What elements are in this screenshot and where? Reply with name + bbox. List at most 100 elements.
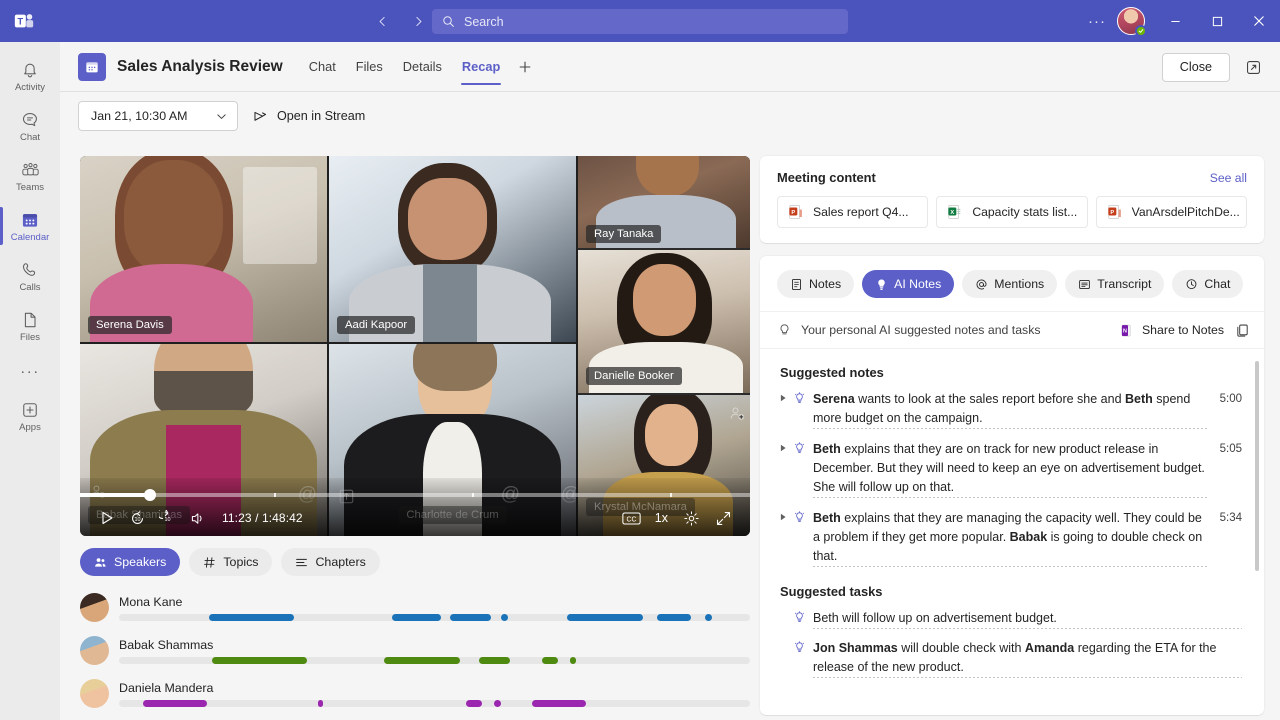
volume-icon[interactable] — [182, 505, 212, 531]
ai-notes-scroll-area[interactable]: Suggested notes Serena wants to look at … — [760, 349, 1264, 715]
speaker-row[interactable]: Babak Shammas — [80, 633, 750, 668]
see-all-link[interactable]: See all — [1210, 171, 1247, 185]
note-timestamp[interactable]: 5:00 — [1208, 390, 1242, 429]
notes-icon — [790, 278, 803, 291]
bulb-icon — [793, 440, 813, 498]
forward-10-icon[interactable]: 10 — [152, 505, 182, 531]
sidebar-item-apps[interactable]: Apps — [0, 391, 60, 441]
video-frame-aadi — [329, 156, 576, 342]
tab-recap[interactable]: Recap — [452, 42, 510, 92]
sidebar-item-chat[interactable]: Chat — [0, 101, 60, 151]
popout-icon[interactable] — [1240, 54, 1266, 80]
suggested-task-item[interactable]: Jon Shammas will double check with Amand… — [780, 639, 1242, 678]
minimize-button[interactable] — [1154, 0, 1196, 42]
suggested-note-item[interactable]: Beth explains that they are on track for… — [780, 440, 1242, 498]
file-chip-label: Capacity stats list... — [972, 205, 1078, 219]
suggested-task-item[interactable]: Beth will follow up on advertisement bud… — [780, 609, 1242, 629]
speaker-row[interactable]: Mona Kane — [80, 590, 750, 625]
expand-caret-icon[interactable] — [780, 509, 793, 567]
copy-icon[interactable] — [1235, 323, 1250, 338]
play-icon[interactable] — [92, 505, 122, 531]
scrubber-progress — [80, 493, 151, 497]
tab-mentions[interactable]: Mentions — [962, 270, 1058, 298]
video-tile-ray-tanaka[interactable]: Ray Tanaka — [578, 156, 750, 248]
sidebar-item-files[interactable]: Files — [0, 301, 60, 351]
chevron-right-icon[interactable] — [404, 7, 432, 35]
file-chip-capacity-stats[interactable]: X Capacity stats list... — [936, 196, 1088, 228]
tab-chat[interactable]: Chat — [299, 42, 346, 92]
tab-files[interactable]: Files — [346, 42, 393, 92]
speaker-activity-track[interactable] — [119, 656, 750, 664]
sidebar-item-calendar[interactable]: Calendar — [0, 201, 60, 251]
sidebar-item-label: Apps — [19, 421, 41, 433]
tab-notes[interactable]: Notes — [777, 270, 855, 298]
tab-transcript[interactable]: Transcript — [1065, 270, 1165, 298]
search-input[interactable]: Search — [432, 9, 848, 34]
file-chip-sales-report[interactable]: P Sales report Q4... — [777, 196, 929, 228]
sidebar-more-icon[interactable]: ··· — [0, 351, 60, 391]
pill-chapters[interactable]: Chapters — [281, 548, 380, 576]
close-button[interactable]: Close — [1161, 52, 1230, 82]
file-chip-vanarsdel-pitch[interactable]: P VanArsdelPitchDe... — [1095, 196, 1247, 228]
tab-chat-notes[interactable]: Chat — [1172, 270, 1244, 298]
open-in-stream-button[interactable]: Open in Stream — [252, 108, 365, 125]
closed-captions-icon[interactable]: CC — [617, 505, 647, 531]
playback-speed-button[interactable]: 1x — [649, 511, 674, 525]
rewind-10-icon[interactable]: 10 — [122, 505, 152, 531]
speaker-activity-track[interactable] — [119, 699, 750, 707]
speaker-activity-track[interactable] — [119, 613, 750, 621]
speaker-info: Babak Shammas — [119, 638, 750, 664]
video-scrubber[interactable] — [80, 489, 750, 501]
sidebar-item-teams[interactable]: Teams — [0, 151, 60, 201]
speaker-activity-segment — [478, 656, 511, 664]
chapter-marker[interactable] — [669, 493, 672, 497]
tab-ai-notes[interactable]: AI Notes — [862, 270, 955, 298]
tab-bar-actions: Close — [1161, 42, 1266, 92]
gear-icon[interactable] — [676, 505, 706, 531]
maximize-button[interactable] — [1196, 0, 1238, 42]
speaker-activity-segment — [384, 656, 460, 664]
tab-details[interactable]: Details — [393, 42, 452, 92]
suggested-note-item[interactable]: Serena wants to look at the sales report… — [780, 390, 1242, 429]
chapter-marker[interactable] — [274, 493, 277, 497]
teams-logo-icon: T — [0, 10, 48, 32]
powerpoint-icon: P — [1107, 204, 1123, 220]
plus-icon[interactable] — [510, 42, 540, 92]
close-window-button[interactable] — [1238, 0, 1280, 42]
speaker-activity-segment — [704, 613, 713, 621]
sidebar-item-calls[interactable]: Calls — [0, 251, 60, 301]
pill-speakers[interactable]: Speakers — [80, 548, 181, 576]
speaker-info: Mona Kane — [119, 595, 750, 621]
onenote-icon: N — [1120, 323, 1135, 338]
svg-text:N: N — [1123, 328, 1127, 334]
ellipsis-icon[interactable]: ··· — [1080, 0, 1114, 42]
suggested-note-text: Serena wants to look at the sales report… — [813, 390, 1208, 429]
chapter-marker[interactable] — [471, 493, 474, 497]
video-tile-danielle-booker[interactable]: Danielle Booker — [578, 250, 750, 393]
speaker-list: Mona Kane Babak Shammas Daniela Mandera — [80, 590, 750, 711]
note-timestamp[interactable]: 5:05 — [1208, 440, 1242, 498]
tab-label: AI Notes — [894, 277, 942, 291]
suggested-note-item[interactable]: Beth explains that they are managing the… — [780, 509, 1242, 567]
meeting-date-select[interactable]: Jan 21, 10:30 AM — [78, 101, 238, 131]
meeting-recording-player[interactable]: Serena Davis Aadi Kapoor Ray Tanaka Dani… — [80, 156, 750, 536]
chevron-left-icon[interactable] — [368, 7, 396, 35]
open-in-stream-label: Open in Stream — [277, 109, 366, 123]
avatar[interactable] — [1117, 7, 1147, 37]
sidebar-item-activity[interactable]: Activity — [0, 51, 60, 101]
share-to-notes-button[interactable]: N Share to Notes — [1120, 323, 1224, 338]
notes-scrollbar[interactable] — [1255, 361, 1259, 571]
expand-caret-icon[interactable] — [780, 440, 793, 498]
pill-topics[interactable]: Topics — [189, 548, 273, 576]
speaker-row[interactable]: Daniela Mandera — [80, 676, 750, 711]
fullscreen-icon[interactable] — [708, 505, 738, 531]
stream-icon — [252, 108, 269, 125]
note-timestamp[interactable]: 5:34 — [1208, 509, 1242, 567]
suggested-task-text: Beth will follow up on advertisement bud… — [813, 609, 1242, 629]
video-tile-aadi-kapoor[interactable]: Aadi Kapoor — [329, 156, 576, 342]
speaker-activity-segment — [656, 613, 692, 621]
expand-caret-icon[interactable] — [780, 390, 793, 429]
scrubber-handle[interactable] — [144, 489, 157, 501]
video-tile-serena-davis[interactable]: Serena Davis — [80, 156, 327, 342]
speaker-activity-segment — [449, 613, 491, 621]
